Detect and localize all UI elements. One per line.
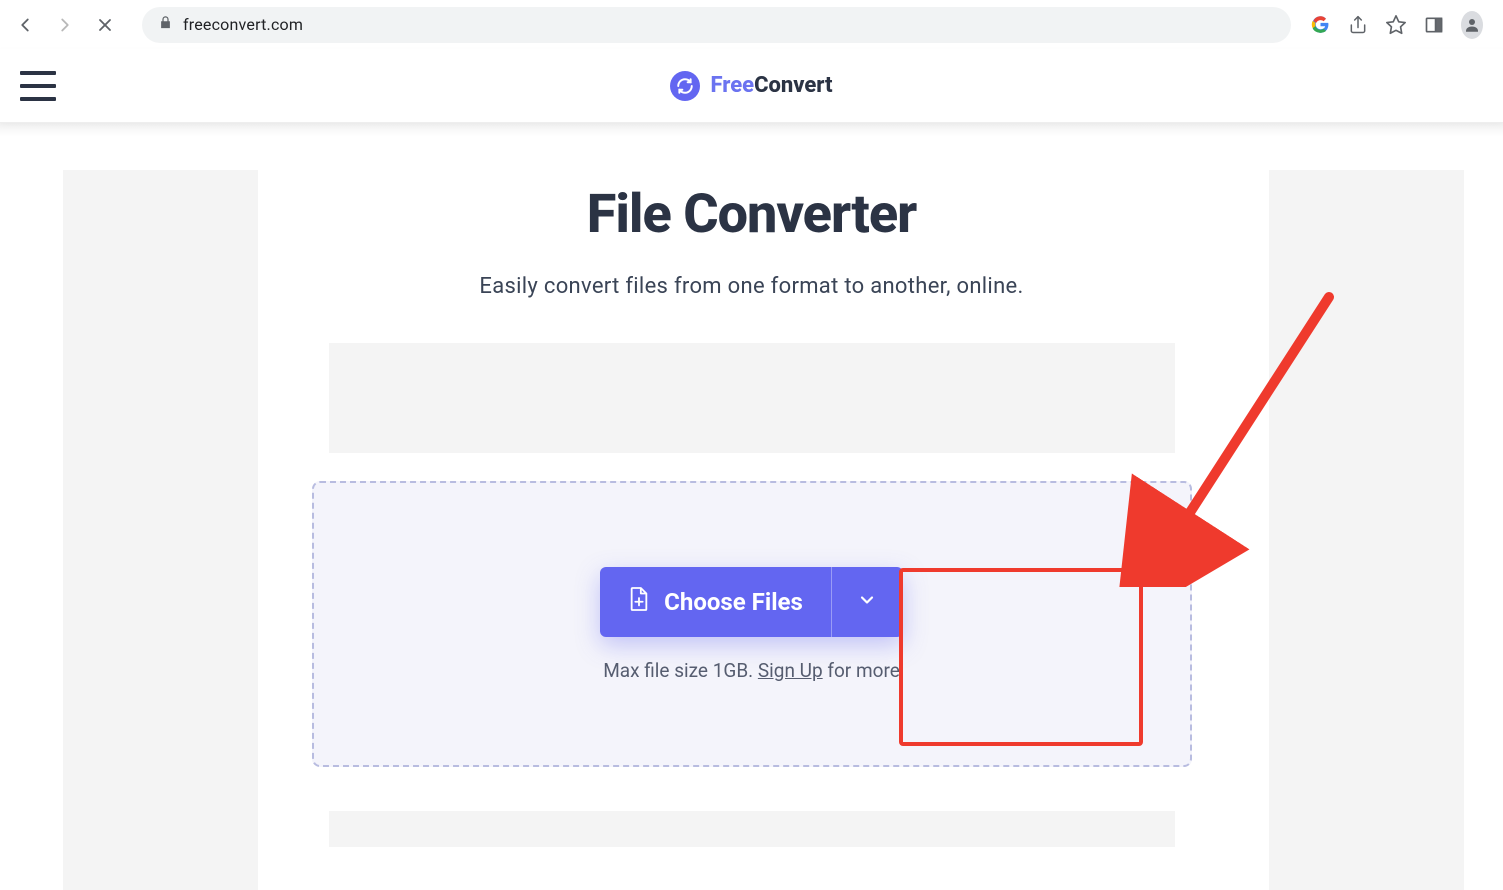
ad-slot-left bbox=[63, 170, 258, 890]
url-text: freeconvert.com bbox=[183, 15, 303, 34]
file-dropzone[interactable]: Choose Files Max file size 1GB. Sign Up … bbox=[312, 481, 1192, 767]
file-add-icon bbox=[628, 586, 650, 618]
main-content: File Converter Easily convert files from… bbox=[0, 137, 1503, 847]
content-column: File Converter Easily convert files from… bbox=[311, 137, 1193, 847]
brand-name: FreeConvert bbox=[710, 73, 832, 98]
choose-files-group: Choose Files bbox=[600, 567, 903, 637]
site-header: FreeConvert bbox=[0, 49, 1503, 123]
back-button[interactable] bbox=[14, 14, 36, 36]
browser-toolbar: freeconvert.com bbox=[0, 0, 1503, 49]
choose-files-dropdown[interactable] bbox=[831, 567, 903, 637]
ad-slot-banner bbox=[329, 343, 1175, 453]
address-bar[interactable]: freeconvert.com bbox=[142, 7, 1291, 43]
forward-button[interactable] bbox=[54, 14, 76, 36]
page-title: File Converter bbox=[311, 183, 1193, 246]
header-shadow bbox=[0, 123, 1503, 137]
hint-prefix: Max file size 1GB. bbox=[603, 659, 758, 682]
stop-button[interactable] bbox=[94, 14, 116, 36]
choose-files-button[interactable]: Choose Files bbox=[600, 567, 831, 637]
share-icon[interactable] bbox=[1347, 14, 1369, 36]
brand-logo[interactable]: FreeConvert bbox=[670, 71, 832, 101]
profile-avatar[interactable] bbox=[1461, 14, 1483, 36]
signup-link[interactable]: Sign Up bbox=[758, 659, 823, 682]
ad-slot-bottom bbox=[329, 811, 1175, 847]
browser-actions bbox=[1309, 14, 1483, 36]
google-icon[interactable] bbox=[1309, 14, 1331, 36]
choose-files-label: Choose Files bbox=[664, 588, 803, 616]
brand-badge-icon bbox=[670, 71, 700, 101]
ad-slot-right bbox=[1269, 170, 1464, 890]
lock-icon bbox=[158, 15, 173, 34]
chevron-down-icon bbox=[857, 590, 877, 614]
page-subtitle: Easily convert files from one format to … bbox=[311, 274, 1193, 299]
hint-suffix: for more bbox=[823, 659, 900, 682]
size-hint: Max file size 1GB. Sign Up for more bbox=[603, 659, 900, 682]
menu-icon[interactable] bbox=[20, 71, 56, 101]
side-panel-icon[interactable] bbox=[1423, 14, 1445, 36]
bookmark-star-icon[interactable] bbox=[1385, 14, 1407, 36]
